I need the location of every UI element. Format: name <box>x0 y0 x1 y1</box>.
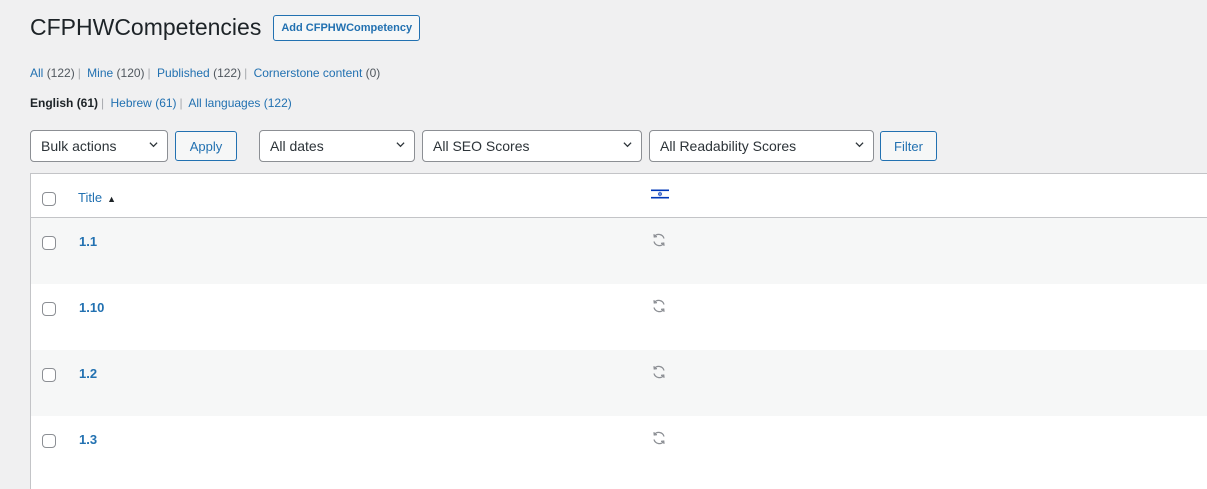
lang-english-current: English (61) <box>30 96 99 110</box>
sync-icon[interactable] <box>651 430 667 446</box>
table-row: 1.10 <box>31 284 1207 350</box>
sync-icon[interactable] <box>651 298 667 314</box>
row-checkbox[interactable] <box>42 368 56 382</box>
sync-icon[interactable] <box>651 232 667 248</box>
row-title-link[interactable]: 1.1 <box>79 234 97 249</box>
chevron-down-icon <box>623 142 632 148</box>
row-title-link[interactable]: 1.3 <box>79 432 97 447</box>
row-checkbox[interactable] <box>42 434 56 448</box>
sort-ascending-icon: ▲ <box>107 194 116 204</box>
table-header: Title ▲ <box>31 174 1207 218</box>
table-row: 1.3 <box>31 416 1207 482</box>
select-all-checkbox[interactable] <box>42 192 56 206</box>
seo-filter-select[interactable]: All SEO Scores <box>422 130 642 162</box>
readability-filter-select[interactable]: All Readability Scores <box>649 130 874 162</box>
israel-flag-icon <box>651 189 669 199</box>
status-views: All (122) | Mine (120) | Published (122) | … <box>30 66 381 80</box>
posts-table: Title ▲ 1.1 1.10 1.2 1.3 <box>30 173 1207 489</box>
chevron-down-icon <box>396 142 405 148</box>
chevron-down-icon <box>855 142 864 148</box>
add-new-button[interactable]: Add CFPHWCompetency <box>273 14 421 41</box>
lang-hebrew-link[interactable]: Hebrew (61) <box>111 96 177 110</box>
apply-button[interactable]: Apply <box>175 131 237 161</box>
date-filter-select[interactable]: All dates <box>259 130 415 162</box>
view-cornerstone-link[interactable]: Cornerstone content <box>254 66 363 80</box>
bulk-actions-select[interactable]: Bulk actions <box>30 130 168 162</box>
row-checkbox[interactable] <box>42 302 56 316</box>
title-column-sort[interactable]: Title ▲ <box>78 190 116 205</box>
language-views: English (61) | Hebrew (61) | All languages… <box>30 96 292 110</box>
view-all-link[interactable]: All (122) <box>30 66 75 80</box>
view-published-link[interactable]: Published (122) <box>157 66 241 80</box>
lang-all-link[interactable]: All languages (122) <box>188 96 291 110</box>
chevron-down-icon <box>149 142 158 148</box>
row-title-link[interactable]: 1.10 <box>79 300 104 315</box>
table-row: 1.2 <box>31 350 1207 416</box>
page-header: CFPHWCompetencies Add CFPHWCompetency <box>30 14 421 41</box>
sync-icon[interactable] <box>651 364 667 380</box>
row-title-link[interactable]: 1.2 <box>79 366 97 381</box>
view-mine-link[interactable]: Mine (120) <box>87 66 144 80</box>
page-title: CFPHWCompetencies <box>30 14 262 40</box>
table-row: 1.1 <box>31 218 1207 284</box>
row-checkbox[interactable] <box>42 236 56 250</box>
filter-button[interactable]: Filter <box>880 131 937 161</box>
